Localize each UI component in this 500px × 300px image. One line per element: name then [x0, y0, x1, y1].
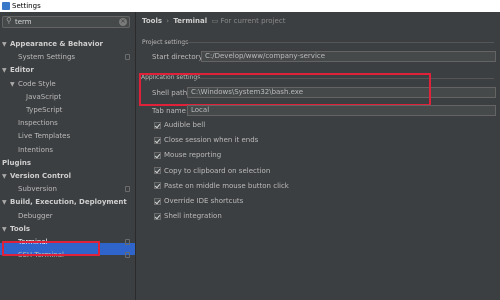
sidebar-item-code-style[interactable]: ▼ Code Style — [10, 78, 56, 90]
breadcrumb-current: Terminal — [173, 17, 208, 25]
window-title: Settings — [12, 2, 41, 10]
search-input[interactable]: ⚲ term ✕ — [2, 16, 130, 28]
sidebar-item-javascript[interactable]: JavaScript — [26, 91, 61, 103]
highlight-box-shell-path — [139, 73, 431, 106]
expand-arrow-icon[interactable]: ▼ — [10, 79, 18, 91]
sidebar-item-label: Debugger — [18, 211, 53, 220]
sidebar-item-label: Code Style — [18, 79, 56, 88]
checkbox-checked-icon[interactable] — [154, 212, 161, 220]
project-note-text: For current project — [220, 17, 286, 25]
sidebar-item-label: Intentions — [18, 145, 54, 154]
checkbox-checked-icon[interactable] — [154, 182, 161, 190]
sidebar-item-appearance-behavior[interactable]: ▼ Appearance & Behavior — [2, 38, 103, 50]
window-titlebar: Settings — [0, 0, 500, 12]
checkbox-checked-icon[interactable] — [154, 121, 161, 129]
tab-name-label: Tab name — [152, 107, 186, 115]
project-scope-icon — [125, 186, 130, 193]
sidebar-item-label: Editor — [10, 66, 34, 75]
expand-arrow-icon[interactable]: ▼ — [2, 224, 10, 236]
sidebar-item-inspections[interactable]: Inspections — [18, 117, 58, 129]
sidebar-item-label: Subversion — [18, 185, 57, 194]
sidebar-item-typescript[interactable]: TypeScript — [26, 104, 62, 116]
sidebar-item-label: Appearance & Behavior — [10, 40, 103, 48]
checkbox-checked-icon[interactable] — [154, 197, 161, 205]
sidebar-item-editor[interactable]: ▼ Editor — [2, 64, 34, 76]
project-scope-note: ▭ For current project — [209, 17, 286, 25]
checkbox-copy-to-clipboard-on-selection[interactable]: Copy to clipboard on selection — [154, 166, 270, 176]
sidebar-item-intentions[interactable]: Intentions — [18, 144, 53, 156]
sidebar-item-label: Plugins — [2, 158, 32, 167]
project-scope-icon — [125, 239, 130, 245]
checkbox-label: Close session when it ends — [164, 136, 259, 145]
project-icon: ▭ — [211, 17, 219, 25]
project-scope-icon — [125, 54, 130, 61]
checkbox-close-session-when-it-ends[interactable]: Close session when it ends — [154, 135, 258, 145]
checkbox-checked-icon[interactable] — [154, 136, 161, 144]
checkbox-mouse-reporting[interactable]: Mouse reporting — [154, 150, 221, 160]
clear-search-icon[interactable]: ✕ — [119, 18, 127, 26]
breadcrumb: Tools › Terminal ▭ For current project — [142, 17, 285, 25]
search-value: term — [15, 18, 32, 26]
breadcrumb-parent[interactable]: Tools — [142, 17, 162, 25]
sidebar-item-label: System Settings — [18, 53, 76, 62]
project-scope-icon — [125, 252, 130, 259]
expand-arrow-icon[interactable]: ▼ — [2, 65, 10, 77]
expand-arrow-icon[interactable]: ▼ — [2, 171, 10, 183]
search-icon: ⚲ — [6, 16, 12, 25]
checkbox-label: Override IDE shortcuts — [164, 197, 244, 205]
sidebar-item-label: Inspections — [18, 119, 58, 128]
expand-arrow-icon[interactable]: ▼ — [2, 39, 10, 51]
sidebar-item-label: TypeScript — [26, 106, 63, 114]
checkbox-label: Copy to clipboard on selection — [164, 166, 271, 175]
sidebar-item-build-execution-deployment[interactable]: ▼ Build, Execution, Deployment — [2, 196, 127, 208]
checkbox-label: Paste on middle mouse button click — [164, 181, 289, 190]
checkbox-label: Shell integration — [164, 212, 222, 221]
checkbox-shell-integration[interactable]: Shell integration — [154, 211, 222, 221]
project-settings-divider — [182, 42, 494, 43]
sidebar-item-label: Live Templates — [18, 132, 71, 141]
sidebar-item-label: Version Control — [10, 172, 71, 180]
start-directory-field[interactable]: C:/Develop/www/company-service — [201, 51, 496, 62]
sidebar-item-label: JavaScript — [26, 92, 62, 101]
checkbox-checked-icon[interactable] — [154, 151, 161, 159]
checkbox-audible-bell[interactable]: Audible bell — [154, 120, 205, 130]
breadcrumb-separator: › — [166, 17, 170, 25]
checkbox-paste-on-middle-mouse-button-click[interactable]: Paste on middle mouse button click — [154, 181, 289, 191]
start-directory-label: Start directory — [152, 53, 203, 61]
sidebar-item-version-control[interactable]: ▼ Version Control — [2, 170, 71, 182]
checkbox-checked-icon[interactable] — [154, 167, 161, 175]
checkbox-override-ide-shortcuts[interactable]: Override IDE shortcuts — [154, 196, 243, 206]
app-icon — [2, 2, 10, 10]
settings-content: Tools › Terminal ▭ For current project P… — [136, 12, 500, 300]
checkbox-label: Audible bell — [164, 121, 206, 129]
tab-name-field[interactable]: Local — [187, 105, 496, 116]
sidebar-item-label: Build, Execution, Deployment — [10, 198, 127, 207]
sidebar-item-system-settings[interactable]: System Settings — [18, 51, 75, 63]
sidebar-item-tools[interactable]: ▼ Tools — [2, 223, 30, 235]
highlight-box-terminal — [2, 241, 100, 256]
sidebar-item-plugins[interactable]: Plugins — [2, 157, 31, 169]
sidebar-item-debugger[interactable]: Debugger — [18, 210, 53, 222]
settings-sidebar: ⚲ term ✕ ▼ Appearance & Behavior System Se… — [0, 12, 136, 300]
sidebar-item-label: Tools — [10, 224, 31, 233]
expand-arrow-icon[interactable]: ▼ — [2, 197, 10, 209]
checkbox-label: Mouse reporting — [164, 151, 222, 160]
sidebar-item-subversion[interactable]: Subversion — [18, 183, 57, 195]
sidebar-item-live-templates[interactable]: Live Templates — [18, 130, 70, 142]
